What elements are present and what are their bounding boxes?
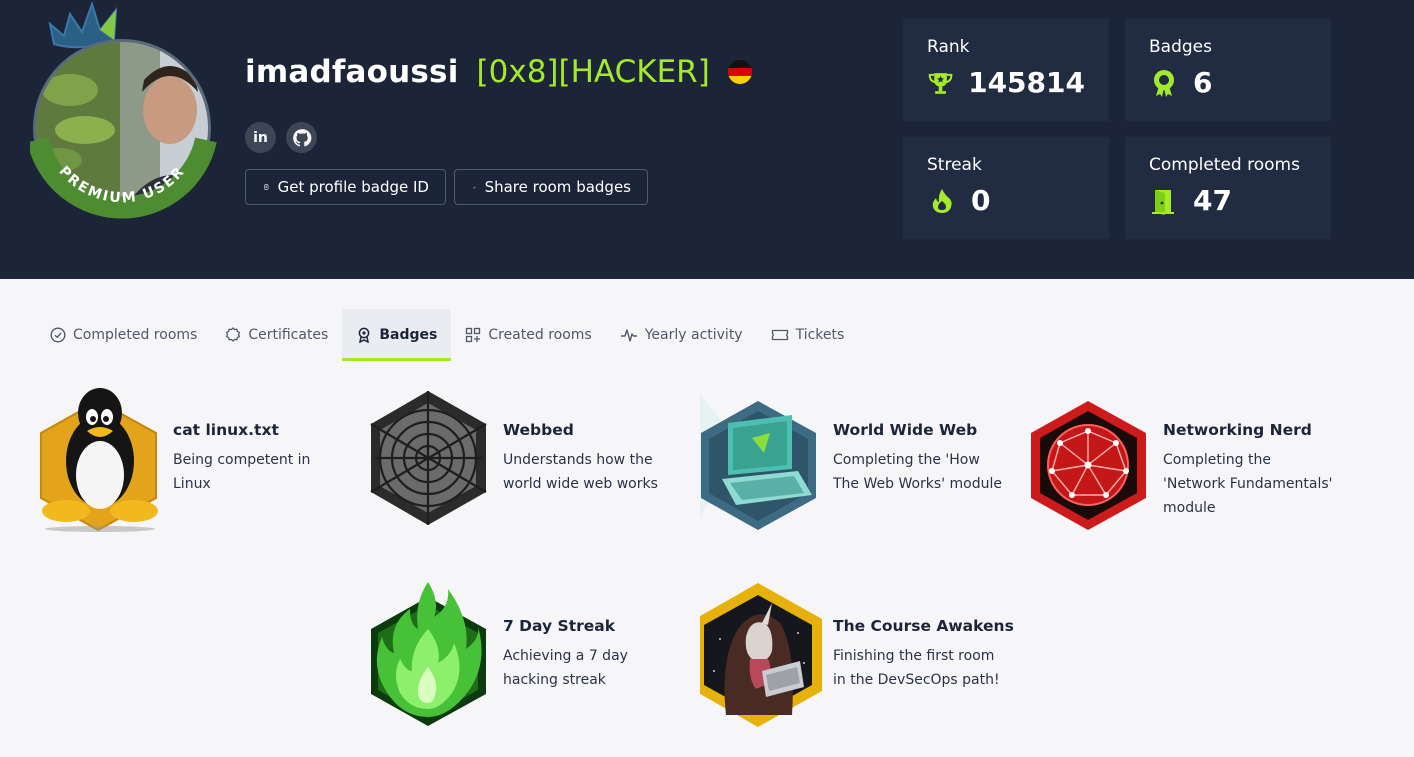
trophy-icon [928, 72, 953, 94]
badge-description: Achieving a 7 day hacking streak [503, 648, 628, 688]
tab-yearly-activity-label: Yearly activity [644, 327, 743, 343]
germany-flag-icon [727, 60, 752, 84]
streak-label: Streak [927, 155, 982, 175]
username-row: imadfaoussi [0x8][HACKER] [245, 52, 752, 92]
ticket-icon [771, 329, 788, 341]
badge-name: 7 Day Streak [503, 617, 616, 635]
badges-label: Badges [1149, 37, 1212, 57]
rank-label: Rank [927, 37, 970, 57]
rank-card: Rank 145814 [903, 19, 1109, 121]
tab-badges[interactable]: Badges [342, 309, 452, 361]
user-rank-title: [0x8][HACKER] [476, 54, 710, 90]
green-flame-icon [371, 582, 486, 726]
rank-value: 145814 [968, 66, 1085, 99]
activity-icon [620, 329, 637, 342]
award-icon [1154, 69, 1174, 97]
hooded-unicorn-icon [700, 583, 822, 727]
profile-header: PREMIUM USER imadfaoussi [0x8][HACKER] i… [0, 0, 1414, 279]
badges-card: Badges 6 [1125, 19, 1331, 121]
badge-card[interactable]: Webbed Understands how the world wide we… [370, 383, 690, 533]
certificate-icon [226, 327, 241, 342]
completed-rooms-value: 47 [1193, 184, 1232, 217]
badge-card[interactable]: cat linux.txt Being competent in Linux [40, 383, 360, 533]
badges-value: 6 [1193, 66, 1213, 99]
badge-card[interactable]: Networking Nerd Completing the 'Network … [1030, 383, 1350, 533]
badge-description: Finishing the first room in the DevSecOp… [833, 648, 1000, 688]
share-room-badges-label: Share room badges [484, 178, 631, 196]
badge-description: Understands how the world wide web works [503, 452, 658, 492]
tab-yearly-activity[interactable]: Yearly activity [606, 309, 757, 361]
laptop-icon [700, 395, 816, 530]
share-icon [473, 186, 476, 189]
github-icon[interactable] [286, 122, 317, 153]
badge-name: World Wide Web [833, 421, 978, 439]
linkedin-icon[interactable]: in [245, 122, 276, 153]
get-profile-badge-id-label: Get profile badge ID [277, 178, 429, 196]
badge-card[interactable]: The Course Awakens Finishing the first r… [700, 579, 1020, 729]
badge-name: Webbed [503, 421, 574, 439]
badge-icon [358, 327, 370, 343]
linux-penguin-icon [40, 388, 158, 532]
tab-badges-label: Badges [379, 327, 438, 343]
tab-tickets[interactable]: Tickets [757, 309, 859, 361]
tab-certificates-label: Certificates [248, 327, 329, 343]
door-icon [1152, 189, 1174, 215]
badge-description: Completing the 'How The Web Works' modul… [833, 452, 1002, 492]
badge-description: Completing the 'Network Fundamentals' mo… [1163, 452, 1333, 516]
flame-icon [932, 188, 952, 213]
grid-plus-icon [466, 327, 481, 343]
badge-card[interactable]: World Wide Web Completing the 'How The W… [700, 383, 1020, 533]
badge-name: The Course Awakens [833, 617, 1014, 635]
tab-tickets-label: Tickets [795, 327, 845, 343]
badge-description: Being competent in Linux [173, 452, 311, 492]
completed-rooms-label: Completed rooms [1149, 155, 1300, 175]
check-circle-icon [50, 327, 66, 343]
network-globe-icon [1031, 401, 1146, 530]
badge-card[interactable]: 7 Day Streak Achieving a 7 day hacking s… [370, 579, 690, 729]
tab-certificates[interactable]: Certificates [211, 309, 342, 361]
completed-rooms-card: Completed rooms 47 [1125, 137, 1331, 239]
get-profile-badge-id-button[interactable]: Get profile badge ID [245, 169, 446, 205]
streak-value: 0 [971, 184, 991, 217]
tab-created-rooms-label: Created rooms [488, 327, 592, 343]
share-room-badges-button[interactable]: Share room badges [454, 169, 648, 205]
id-card-icon [264, 184, 269, 190]
badge-name: cat linux.txt [173, 421, 279, 439]
spider-web-icon [370, 391, 487, 525]
streak-card: Streak 0 [903, 137, 1109, 239]
avatar: PREMIUM USER [30, 0, 230, 225]
profile-tabs: Completed rooms Certificates Badges Crea… [36, 309, 858, 361]
tab-created-rooms[interactable]: Created rooms [451, 309, 605, 361]
tab-completed-rooms[interactable]: Completed rooms [36, 309, 211, 361]
username: imadfaoussi [245, 54, 459, 90]
badge-name: Networking Nerd [1163, 421, 1312, 439]
tab-completed-rooms-label: Completed rooms [73, 327, 198, 343]
